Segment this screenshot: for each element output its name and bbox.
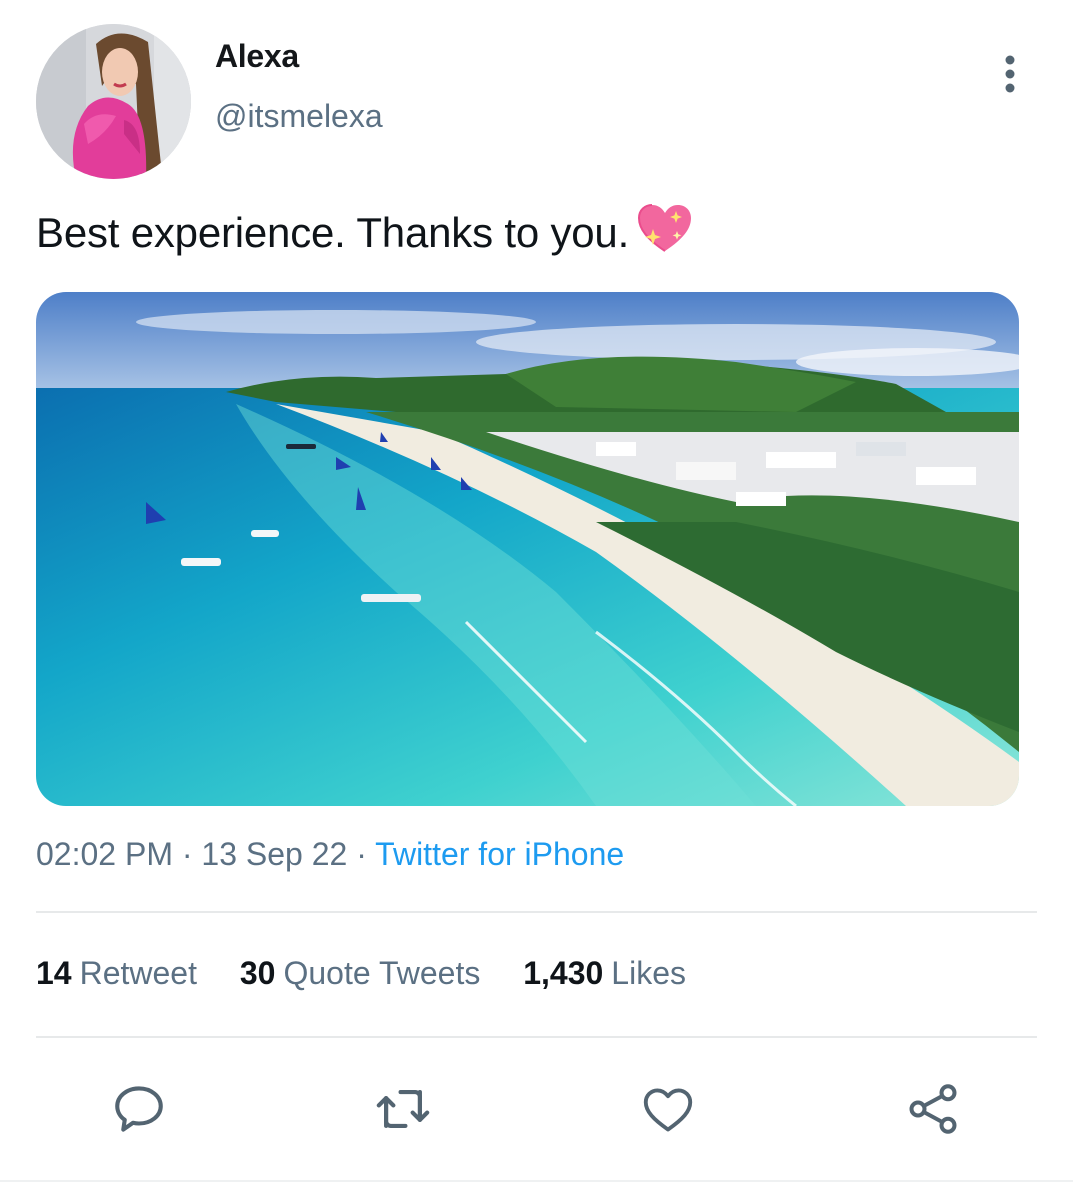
quote-count-link[interactable]: 30 Quote Tweets	[240, 955, 480, 992]
tweet-photo[interactable]	[36, 292, 1019, 806]
display-name[interactable]: Alexa	[215, 38, 299, 75]
retweet-count: 14	[36, 955, 72, 991]
tweet-time[interactable]: 02:02 PM	[36, 836, 173, 872]
avatar-photo	[36, 24, 191, 179]
reply-button[interactable]	[108, 1078, 170, 1140]
tweet-text-content: Best experience. Thanks to you.	[36, 209, 630, 256]
tweet-date[interactable]: 13 Sep 22	[201, 836, 347, 872]
beach-photo	[36, 292, 1019, 806]
like-count: 1,430	[523, 955, 604, 991]
like-button[interactable]	[637, 1078, 699, 1140]
bottom-divider	[0, 1180, 1073, 1182]
sparkling-heart-icon	[637, 203, 693, 263]
tweet-meta: 02:02 PM · 13 Sep 22 · Twitter for iPhon…	[36, 836, 624, 873]
like-label: Likes	[611, 955, 686, 991]
meta-separator: ·	[347, 836, 376, 872]
avatar[interactable]	[36, 24, 191, 179]
heart-icon	[643, 1088, 693, 1132]
retweet-button[interactable]	[372, 1078, 434, 1140]
meta-separator: ·	[172, 836, 202, 872]
more-vertical-icon	[1005, 55, 1015, 93]
share-icon	[909, 1084, 957, 1134]
quote-label: Quote Tweets	[283, 955, 481, 991]
quote-count: 30	[239, 955, 276, 991]
tweet-detail: Alexa @itsmelexa Best experience. Thanks…	[0, 0, 1073, 1200]
more-options-button[interactable]	[990, 50, 1030, 100]
tweet-source-link[interactable]: Twitter for iPhone	[375, 836, 624, 872]
retweet-icon	[376, 1090, 430, 1128]
tweet-stats: 14 Retweet 30 Quote Tweets 1,430 Likes	[36, 955, 720, 992]
retweet-label: Retweet	[79, 955, 197, 991]
reply-icon	[115, 1086, 163, 1132]
like-count-link[interactable]: 1,430 Likes	[523, 955, 686, 992]
divider	[36, 1036, 1037, 1038]
user-handle[interactable]: @itsmelexa	[215, 98, 383, 135]
retweet-count-link[interactable]: 14 Retweet	[36, 955, 197, 992]
tweet-text: Best experience. Thanks to you.	[36, 203, 693, 263]
share-button[interactable]	[902, 1078, 964, 1140]
divider	[36, 911, 1037, 913]
